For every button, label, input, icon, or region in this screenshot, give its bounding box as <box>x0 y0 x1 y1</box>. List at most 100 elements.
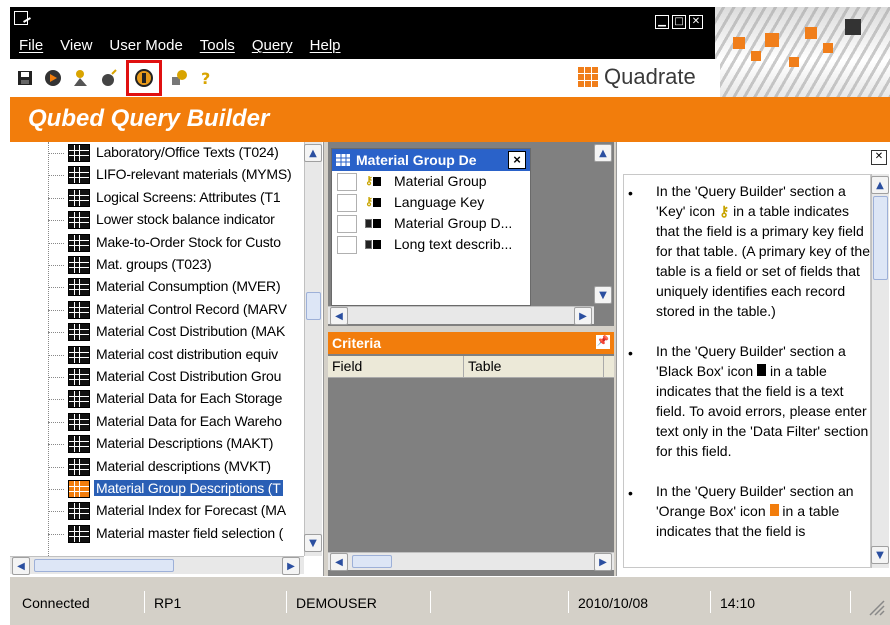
field-row[interactable]: Long text describ... <box>332 234 530 255</box>
svg-text:?: ? <box>201 69 210 87</box>
table-icon <box>68 502 90 521</box>
tree-item[interactable]: Material Group Descriptions (T <box>10 478 310 500</box>
menu-file[interactable]: File <box>10 37 51 59</box>
field-label: Material Group D... <box>394 215 513 231</box>
tree-item[interactable]: Material Control Record (MARV <box>10 299 310 321</box>
scroll-up-icon[interactable]: ▲ <box>594 144 612 162</box>
scroll-down-icon[interactable]: ▼ <box>594 286 612 304</box>
scroll-down-icon[interactable]: ▼ <box>304 534 322 552</box>
tree-item-label: Laboratory/Office Texts (T024) <box>96 144 279 160</box>
tree-item[interactable]: Material cost distribution equiv <box>10 344 310 366</box>
table-icon <box>68 457 90 476</box>
scroll-thumb[interactable] <box>352 555 392 568</box>
pin-icon[interactable]: 📌 <box>596 335 610 349</box>
tree-item[interactable]: Material Cost Distribution Grou <box>10 366 310 388</box>
scroll-right-icon[interactable]: ▶ <box>594 553 612 571</box>
table-icon <box>68 323 90 342</box>
criteria-title: Criteria 📌 <box>328 332 614 354</box>
scroll-thumb[interactable] <box>306 292 321 320</box>
canvas-horizontal-scrollbar[interactable]: ◀ ▶ <box>328 306 594 325</box>
tree-vertical-scrollbar[interactable]: ▲ ▼ <box>304 142 322 556</box>
scroll-right-icon[interactable]: ▶ <box>574 307 592 325</box>
scroll-left-icon[interactable]: ◀ <box>330 553 348 571</box>
status-date: 2010/10/08 <box>578 595 649 611</box>
menu-help[interactable]: Help <box>301 37 349 59</box>
tree-item[interactable]: Material Cost Distribution (MAK <box>10 321 310 343</box>
black-box-icon <box>757 364 767 376</box>
table-icon <box>68 435 90 454</box>
table-field-box[interactable]: Material Group De × ⚷ Material Group ⚷ Lang… <box>331 148 531 306</box>
field-checkbox[interactable] <box>337 173 357 191</box>
close-icon[interactable]: ✕ <box>871 150 887 165</box>
help-content: • In the 'Query Builder' section a 'Key'… <box>623 174 871 568</box>
table-icon <box>68 188 90 207</box>
field-label: Long text describ... <box>394 236 513 252</box>
tree-item[interactable]: Mat. groups (T023) <box>10 254 310 276</box>
scroll-right-icon[interactable]: ▶ <box>282 557 300 575</box>
field-row[interactable]: Material Group D... <box>332 213 530 234</box>
tree-item[interactable]: Material master field selection ( <box>10 523 310 545</box>
scroll-thumb[interactable] <box>34 559 174 572</box>
tree-item[interactable]: LIFO-relevant materials (MYMS) <box>10 164 310 186</box>
criteria-col-table[interactable]: Table <box>464 356 604 377</box>
tree-item[interactable]: Material Data for Each Wareho <box>10 411 310 433</box>
tree-item[interactable]: Material Index for Forecast (MA <box>10 500 310 522</box>
tree-item[interactable]: Material Data for Each Storage <box>10 388 310 410</box>
field-checkbox[interactable] <box>337 236 357 254</box>
tree-item[interactable]: Material descriptions (MVKT) <box>10 456 310 478</box>
minimize-icon[interactable]: ▁ <box>655 15 669 29</box>
tree-item[interactable]: Material Consumption (MVER) <box>10 276 310 298</box>
field-checkbox[interactable] <box>337 194 357 212</box>
table-icon <box>68 278 90 297</box>
menu-query[interactable]: Query <box>243 37 301 59</box>
system-menu-icon[interactable] <box>14 11 28 25</box>
maximize-icon[interactable]: □ <box>672 15 686 29</box>
table-box-title-text: Material Group De <box>356 152 477 168</box>
tree-item[interactable]: Make-to-Order Stock for Custo <box>10 232 310 254</box>
field-row[interactable]: ⚷ Material Group <box>332 171 530 192</box>
tree-item[interactable]: Lower stock balance indicator <box>10 209 310 231</box>
menu-view[interactable]: View <box>51 37 100 59</box>
key-icon: ⚷ <box>718 203 730 219</box>
forward-icon[interactable] <box>42 67 64 89</box>
criteria-horizontal-scrollbar[interactable]: ◀ ▶ <box>328 552 614 571</box>
scroll-up-icon[interactable]: ▲ <box>304 144 322 162</box>
field-row[interactable]: ⚷ Language Key <box>332 192 530 213</box>
tree-item-label: Mat. groups (T023) <box>96 256 212 272</box>
menu-tools[interactable]: Tools <box>191 37 243 59</box>
scroll-down-icon[interactable]: ▼ <box>871 546 889 564</box>
close-icon[interactable]: × <box>508 151 526 169</box>
criteria-col-field[interactable]: Field <box>328 356 464 377</box>
menu-user-mode[interactable]: User Mode <box>100 37 190 59</box>
scroll-left-icon[interactable]: ◀ <box>330 307 348 325</box>
tree-item-label: Logical Screens: Attributes (T1 <box>96 188 281 205</box>
tree-horizontal-scrollbar[interactable]: ◀ ▶ <box>10 556 304 575</box>
table-icon <box>68 390 90 409</box>
scroll-thumb[interactable] <box>873 196 888 280</box>
close-icon[interactable]: ✕ <box>689 15 703 29</box>
table-icon <box>68 166 90 185</box>
bomb-icon[interactable] <box>98 67 120 89</box>
save-icon[interactable] <box>14 67 36 89</box>
tree-item[interactable]: Laboratory/Office Texts (T024) <box>10 142 310 164</box>
table-icon <box>68 300 90 319</box>
field-checkbox[interactable] <box>337 215 357 233</box>
canvas-vertical-scrollbar[interactable]: ▲ ▼ <box>594 142 612 306</box>
scroll-left-icon[interactable]: ◀ <box>12 557 30 575</box>
help-item: • In the 'Query Builder' section a 'Blac… <box>628 343 869 459</box>
resize-grip-icon[interactable] <box>866 597 886 617</box>
tree-item[interactable]: Material Descriptions (MAKT) <box>10 433 310 455</box>
tree-item-label: Material Cost Distribution Grou <box>96 368 282 384</box>
table-box-title[interactable]: Material Group De × <box>332 149 530 171</box>
execute-icon[interactable] <box>126 60 162 96</box>
scroll-up-icon[interactable]: ▲ <box>871 176 889 194</box>
table-icon <box>68 233 90 252</box>
help-vertical-scrollbar[interactable]: ▲ ▼ <box>871 174 889 568</box>
table-icon <box>68 256 90 274</box>
help-item: • In the 'Query Builder' section an 'Ora… <box>628 483 854 539</box>
help-icon[interactable]: ? <box>196 67 218 89</box>
tree-item[interactable]: Logical Screens: Attributes (T1 <box>10 187 310 209</box>
user-icon[interactable] <box>70 67 92 89</box>
refresh-icon[interactable] <box>168 67 190 89</box>
tree-item-label: Material cost distribution equiv <box>96 345 278 362</box>
